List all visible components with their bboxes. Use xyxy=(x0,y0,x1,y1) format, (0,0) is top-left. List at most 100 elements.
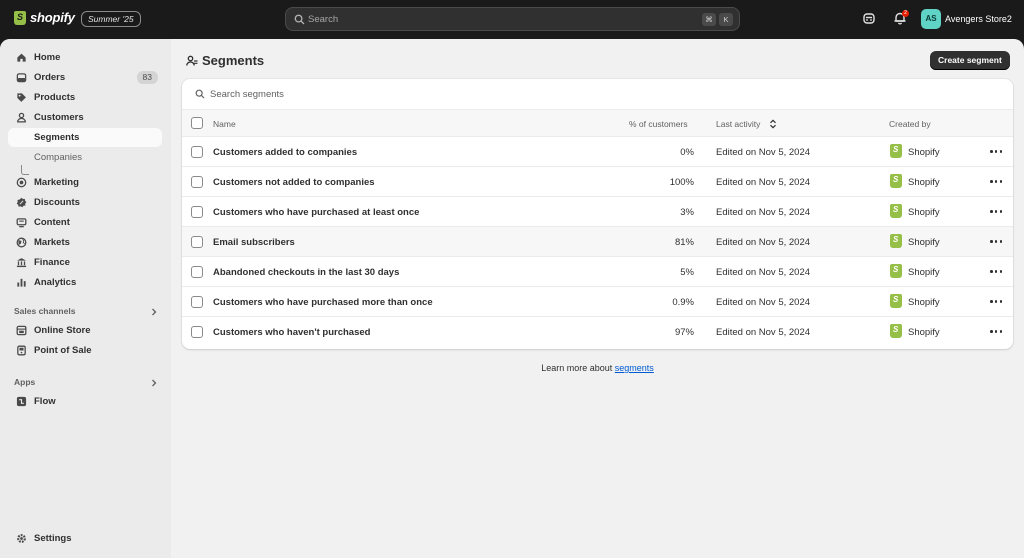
segment-last-activity: Edited on Nov 5, 2024 xyxy=(716,237,811,248)
more-actions-icon[interactable] xyxy=(990,180,1002,184)
more-actions-icon[interactable] xyxy=(990,210,1002,214)
edition-badge[interactable]: Summer '25 xyxy=(81,11,141,27)
sidebar-item-settings[interactable]: Settings xyxy=(8,529,162,548)
segments-help-link[interactable]: segments xyxy=(615,363,654,373)
sidebar-item-customers[interactable]: Customers xyxy=(8,108,162,127)
column-header-last-activity[interactable]: Last activity xyxy=(716,119,760,129)
segment-percent: 5% xyxy=(680,267,694,278)
segment-last-activity: Edited on Nov 5, 2024 xyxy=(716,177,811,188)
sidebar-item-analytics[interactable]: Analytics xyxy=(8,273,162,292)
sidebar-item-home[interactable]: Home xyxy=(8,48,162,67)
table-header: Name % of customers Last activity Create… xyxy=(182,110,1013,137)
table-row[interactable]: Customers who have purchased at least on… xyxy=(182,197,1013,227)
sort-icon[interactable] xyxy=(769,119,777,129)
more-actions-icon[interactable] xyxy=(990,150,1002,154)
more-actions-icon[interactable] xyxy=(990,330,1002,334)
more-actions-icon[interactable] xyxy=(990,240,1002,244)
segments-search-input[interactable]: Search segments xyxy=(182,79,1013,110)
chevron-right-icon[interactable] xyxy=(150,308,158,316)
shopify-icon xyxy=(890,294,902,308)
home-icon xyxy=(15,52,27,64)
shopify-bag-icon xyxy=(14,10,26,25)
segment-name[interactable]: Customers not added to companies xyxy=(213,177,375,188)
sidebar-item-discounts[interactable]: Discounts xyxy=(8,193,162,212)
person-icon xyxy=(15,112,27,124)
segments-table-card: Search segments Name % of customers Last… xyxy=(182,79,1013,349)
sidebar-item-finance[interactable]: Finance xyxy=(8,253,162,272)
sidebar-item-label: Finance xyxy=(34,257,70,268)
sidebar-item-online-store[interactable]: Online Store xyxy=(8,321,162,340)
more-actions-icon[interactable] xyxy=(990,300,1002,304)
sidebar-item-label: Customers xyxy=(34,112,84,123)
sidebar-item-label: Flow xyxy=(34,396,56,407)
shortcut-key-k: K xyxy=(719,13,733,26)
chevron-right-icon[interactable] xyxy=(150,379,158,387)
shopify-icon xyxy=(890,174,902,188)
apps-heading: Apps xyxy=(14,377,36,387)
sidebar: Home Orders 83 Products Customers Segmen… xyxy=(0,39,171,558)
sidebar-item-flow[interactable]: Flow xyxy=(8,392,162,411)
column-header-created-by[interactable]: Created by xyxy=(889,119,931,129)
avatar[interactable]: AS xyxy=(921,9,941,29)
main-content: Segments Create segment Search segments … xyxy=(171,39,1024,558)
segment-name[interactable]: Customers who have purchased at least on… xyxy=(213,207,419,218)
row-checkbox[interactable] xyxy=(191,176,203,188)
sidebar-item-label: Products xyxy=(34,92,76,103)
create-segment-button[interactable]: Create segment xyxy=(930,51,1010,70)
segment-last-activity: Edited on Nov 5, 2024 xyxy=(716,297,811,308)
segment-name[interactable]: Abandoned checkouts in the last 30 days xyxy=(213,267,399,278)
segment-percent: 100% xyxy=(669,177,694,188)
segment-name[interactable]: Customers added to companies xyxy=(213,147,357,158)
sidebar-item-label: Content xyxy=(34,217,70,228)
sidebar-item-point-of-sale[interactable]: Point of Sale xyxy=(8,341,162,360)
segment-name[interactable]: Customers who have purchased more than o… xyxy=(213,297,433,308)
sidebar-item-companies[interactable]: Companies xyxy=(8,148,162,167)
segment-last-activity: Edited on Nov 5, 2024 xyxy=(716,147,811,158)
sidekick-button[interactable] xyxy=(862,11,878,27)
select-all-checkbox[interactable] xyxy=(191,117,203,129)
more-actions-icon[interactable] xyxy=(990,270,1002,274)
search-placeholder: Search xyxy=(308,14,339,25)
table-row[interactable]: Customers who have purchased more than o… xyxy=(182,287,1013,317)
bank-icon xyxy=(15,257,27,269)
learn-more-footer: Learn more about segments xyxy=(171,363,1024,373)
sidebar-item-products[interactable]: Products xyxy=(8,88,162,107)
sidebar-item-label: Orders xyxy=(34,72,66,83)
store-name[interactable]: Avengers Store2 xyxy=(945,14,1012,24)
sidebar-item-content[interactable]: Content xyxy=(8,213,162,232)
segment-name[interactable]: Email subscribers xyxy=(213,237,295,248)
sidebar-item-label: Discounts xyxy=(34,197,80,208)
row-checkbox[interactable] xyxy=(191,236,203,248)
segment-name[interactable]: Customers who haven't purchased xyxy=(213,327,370,338)
column-header-percent[interactable]: % of customers xyxy=(629,119,688,129)
table-row[interactable]: Abandoned checkouts in the last 30 days … xyxy=(182,257,1013,287)
sidebar-item-marketing[interactable]: Marketing xyxy=(8,173,162,192)
search-placeholder: Search segments xyxy=(210,89,284,100)
table-row[interactable]: Email subscribers 81% Edited on Nov 5, 2… xyxy=(182,227,1013,257)
row-checkbox[interactable] xyxy=(191,266,203,278)
row-checkbox[interactable] xyxy=(191,326,203,338)
page-title: Segments xyxy=(186,53,264,68)
sidekick-icon xyxy=(863,13,875,24)
sidebar-item-markets[interactable]: Markets xyxy=(8,233,162,252)
globe-icon xyxy=(15,237,27,249)
row-checkbox[interactable] xyxy=(191,206,203,218)
sidebar-item-label: Marketing xyxy=(34,177,79,188)
segment-created-by: Shopify xyxy=(908,237,940,248)
sidebar-item-segments[interactable]: Segments xyxy=(8,128,162,147)
table-row[interactable]: Customers not added to companies 100% Ed… xyxy=(182,167,1013,197)
discount-icon xyxy=(15,197,27,209)
column-header-name[interactable]: Name xyxy=(213,119,236,129)
orders-count-badge: 83 xyxy=(136,71,158,84)
gear-icon xyxy=(15,533,27,545)
shopify-icon xyxy=(890,204,902,218)
row-checkbox[interactable] xyxy=(191,146,203,158)
shopify-logo[interactable]: shopify xyxy=(14,10,75,25)
shopify-icon xyxy=(890,324,902,338)
table-row[interactable]: Customers who haven't purchased 97% Edit… xyxy=(182,317,1013,347)
sidebar-item-label: Home xyxy=(34,52,61,63)
row-checkbox[interactable] xyxy=(191,296,203,308)
table-row[interactable]: Customers added to companies 0% Edited o… xyxy=(182,137,1013,167)
sidebar-item-orders[interactable]: Orders 83 xyxy=(8,68,162,87)
global-search-input[interactable]: Search ⌘ K xyxy=(285,7,740,31)
